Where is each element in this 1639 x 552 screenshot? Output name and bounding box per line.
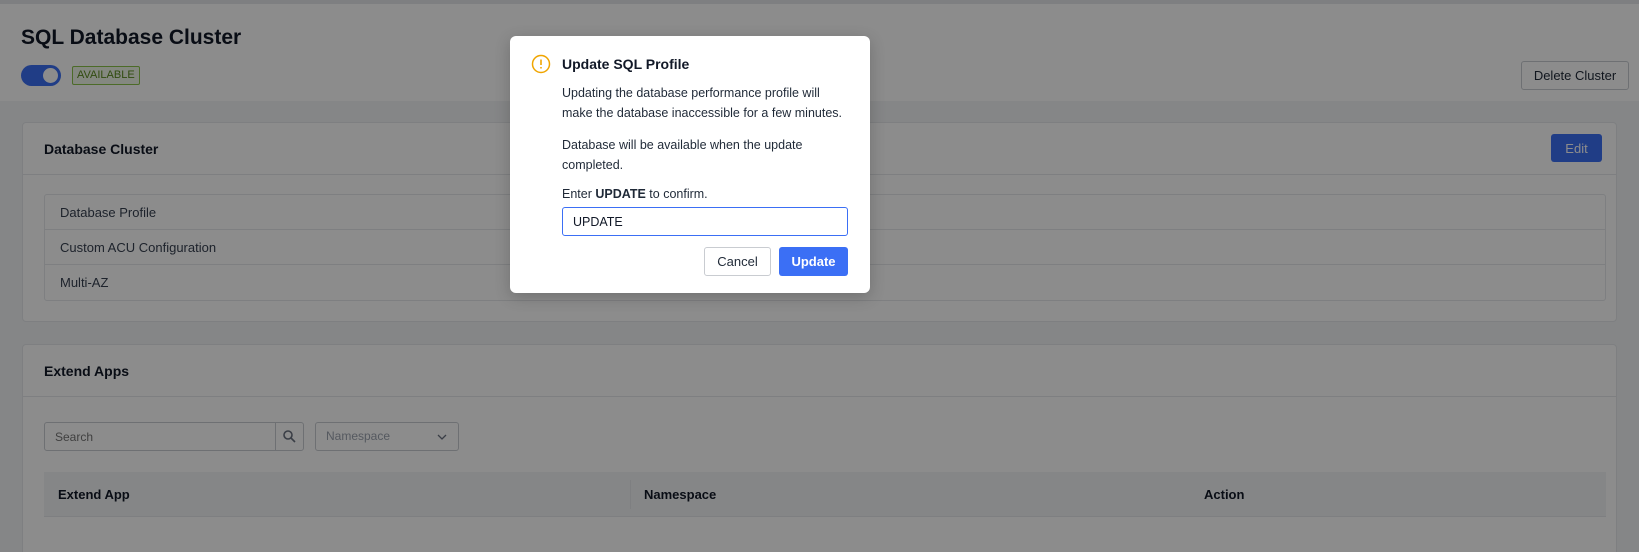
modal-title: Update SQL Profile: [562, 56, 690, 72]
modal-availability-message: Database will be available when the upda…: [562, 138, 803, 172]
update-button[interactable]: Update: [779, 247, 848, 276]
confirm-prefix: Enter: [562, 187, 596, 201]
cancel-button[interactable]: Cancel: [704, 247, 771, 276]
update-sql-profile-dialog: Update SQL Profile Updating the database…: [510, 36, 870, 293]
warning-icon: [531, 54, 551, 74]
confirm-keyword: UPDATE: [595, 187, 646, 201]
confirm-label: Enter UPDATE to confirm.: [562, 187, 708, 201]
confirm-input[interactable]: [562, 207, 848, 236]
confirm-suffix: to confirm.: [645, 187, 708, 201]
modal-message: Updating the database performance profil…: [562, 86, 843, 120]
